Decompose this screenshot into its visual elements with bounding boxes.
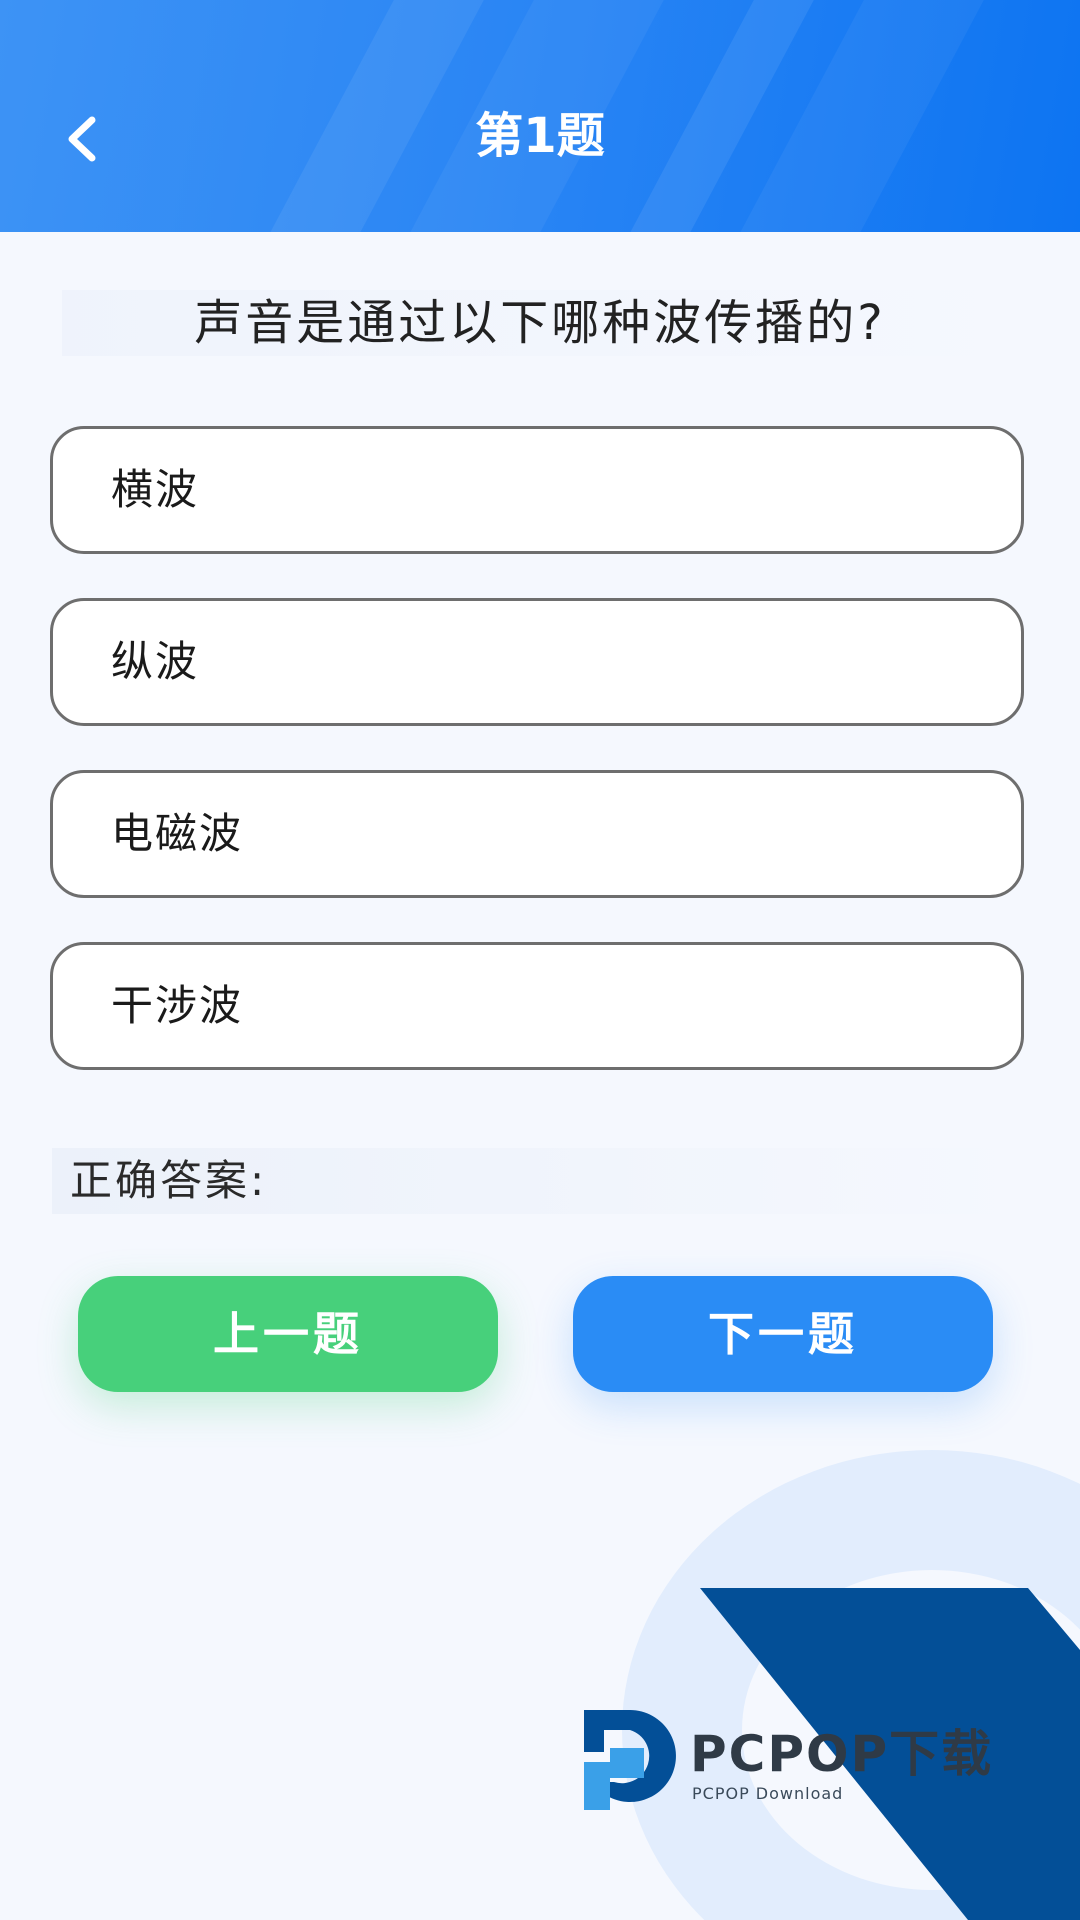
watermark-logo: PCPOP下载 PCPOP Download [580, 1704, 1030, 1824]
pcpop-logo-icon [584, 1710, 676, 1810]
decor-shape [700, 1588, 1080, 1920]
watermark-sub: PCPOP Download [692, 1784, 844, 1803]
quiz-screen: 第1题 声音是通过以下哪种波传播的? 横波 纵波 电磁波 干涉波 正确答案: 上… [0, 0, 1080, 1920]
watermark-brand: PCPOP下载 [690, 1725, 994, 1783]
